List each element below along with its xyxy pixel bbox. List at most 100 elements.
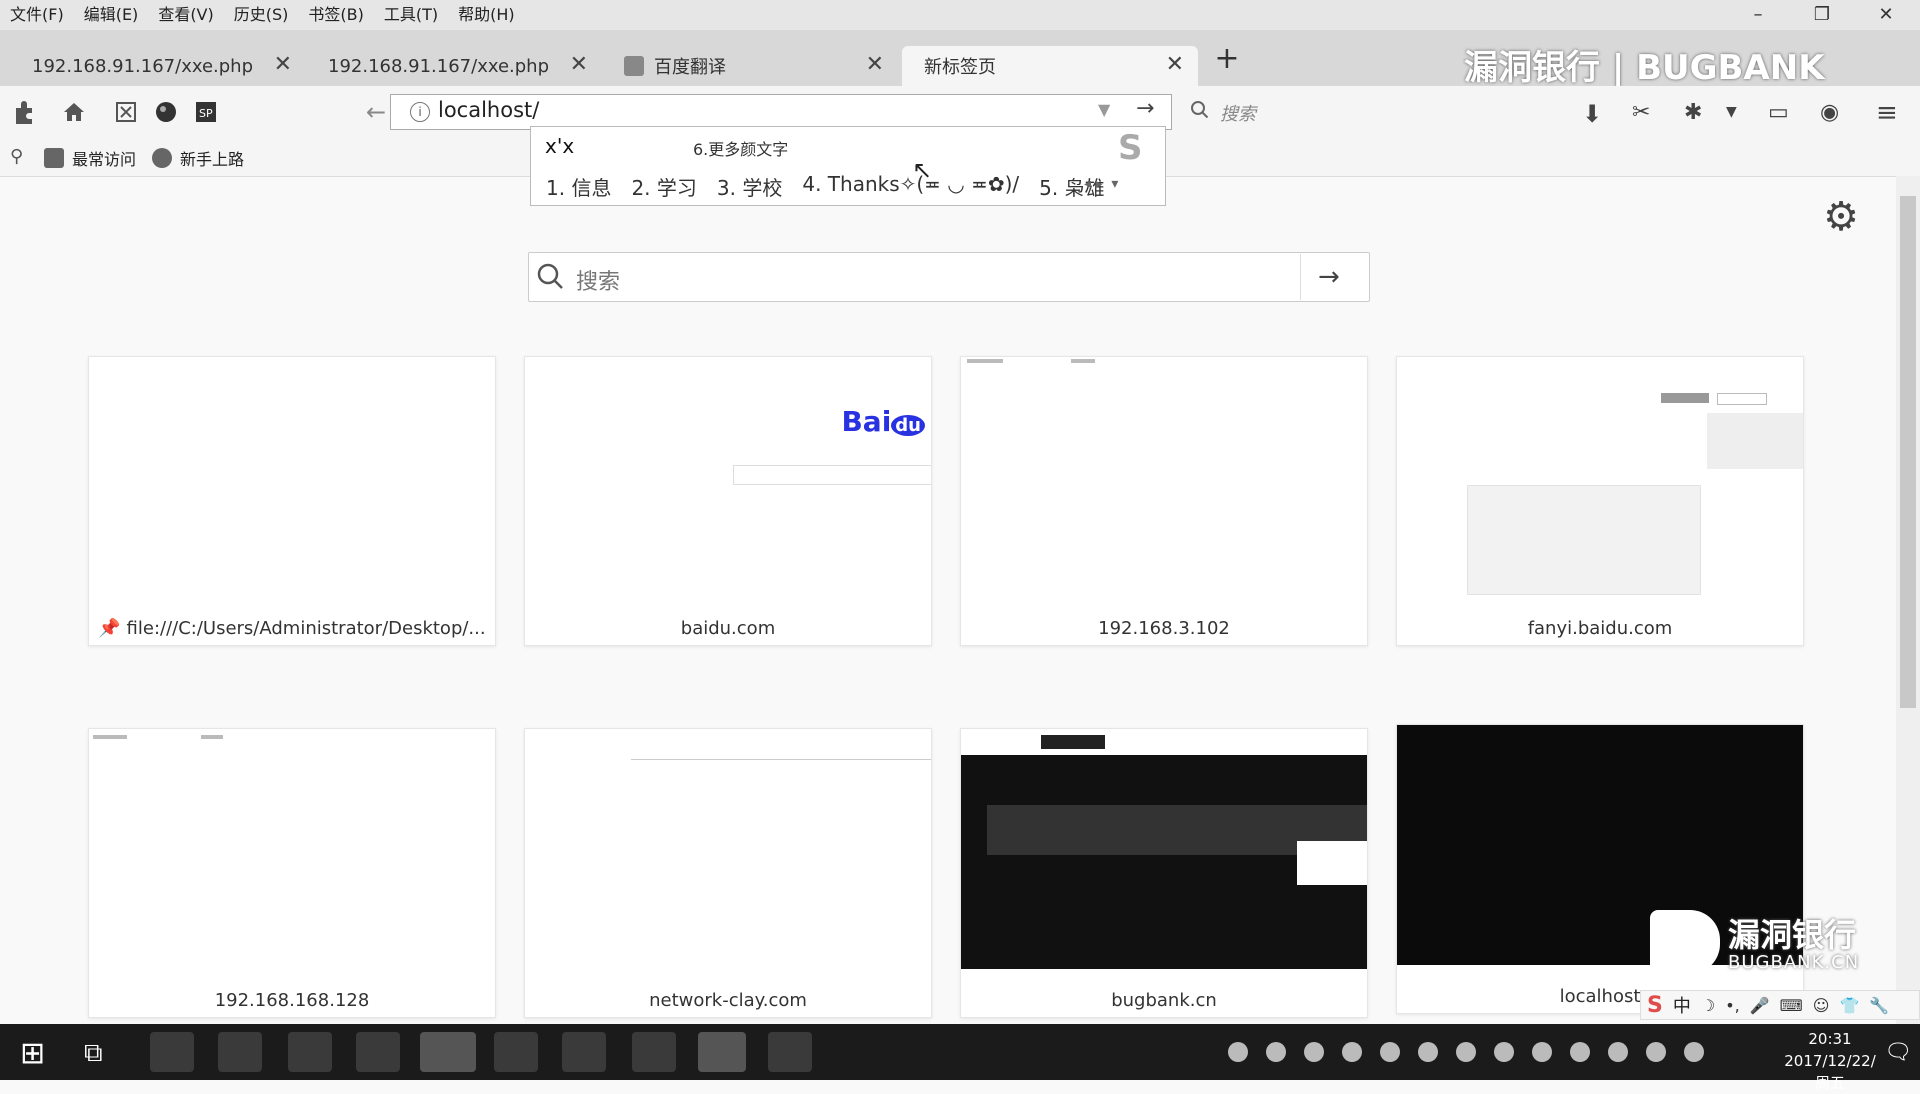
bookmark-most-visited[interactable]: 最常访问	[44, 146, 136, 170]
ime-page-nav[interactable]: ◂ ▸ ▾	[1084, 176, 1118, 192]
search-input[interactable]: 搜索	[1220, 100, 1256, 126]
ime-candidate[interactable]: 2. 学习	[631, 172, 696, 201]
tray-icon[interactable]	[1456, 1042, 1476, 1062]
top-site-tile[interactable]: fanyi.baidu.com	[1396, 356, 1804, 646]
tray-icon[interactable]	[1494, 1042, 1514, 1062]
ime-candidate[interactable]: 3. 学校	[717, 172, 782, 201]
close-icon[interactable]: ✕	[866, 52, 884, 77]
taskbar-app-icon[interactable]	[218, 1032, 262, 1072]
menu-file[interactable]: 文件(F)	[0, 0, 74, 30]
menu-edit[interactable]: 编辑(E)	[74, 0, 149, 30]
gear-icon[interactable]: ⚙	[1818, 194, 1864, 240]
taskbar-app-icon[interactable]	[150, 1032, 194, 1072]
tab-baidu-fanyi[interactable]: 百度翻译 ✕	[602, 46, 898, 86]
puzzle-icon[interactable]	[10, 98, 40, 128]
taskbar-firefox-icon[interactable]	[698, 1032, 746, 1072]
bookmark-getting-started[interactable]: 新手上路	[152, 146, 244, 170]
taskbar-clock[interactable]: 20:31 2017/12/22/周五	[1780, 1028, 1880, 1094]
extension-circle-icon[interactable]	[152, 98, 182, 128]
menu-bookmarks[interactable]: 书签(B)	[298, 0, 373, 30]
top-site-tile[interactable]: 📌 file:///C:/Users/Administrator/Desktop…	[88, 356, 496, 646]
keyboard-icon[interactable]: ⌨	[1780, 996, 1803, 1015]
screenshot-icon[interactable]	[112, 98, 142, 128]
bug-icon[interactable]: ✱	[1684, 100, 1702, 125]
wrench-icon[interactable]: 🔧	[1869, 996, 1889, 1015]
taskbar-app-icon[interactable]	[356, 1032, 400, 1072]
go-arrow-icon[interactable]: →	[1136, 96, 1154, 121]
tile-decoration	[93, 735, 127, 739]
notification-icon[interactable]: 🗨	[1884, 1040, 1912, 1065]
menu-view[interactable]: 查看(V)	[148, 0, 223, 30]
tab-xxe-1[interactable]: 192.168.91.167/xxe.php ✕	[10, 46, 306, 86]
scrollbar-thumb[interactable]	[1900, 196, 1916, 708]
taskbar-terminal-icon[interactable]	[768, 1032, 812, 1072]
top-site-tile[interactable]: 192.168.3.102	[960, 356, 1368, 646]
ime-candidate[interactable]: 4. Thanks✧(≖ ◡ ≖✿)/	[802, 172, 1019, 201]
moon-icon[interactable]: ☽	[1701, 996, 1715, 1015]
go-arrow-icon[interactable]: →	[1318, 262, 1340, 292]
taskbar-app-icon[interactable]	[632, 1032, 676, 1072]
newtab-search-box[interactable]	[528, 252, 1370, 302]
hamburger-menu-icon[interactable]: ≡	[1876, 98, 1898, 128]
menu-history[interactable]: 历史(S)	[224, 0, 299, 30]
taskbar-app-icon[interactable]	[562, 1032, 606, 1072]
search-icon[interactable]	[1190, 100, 1210, 124]
windows-start-icon[interactable]: ⊞	[20, 1036, 45, 1071]
top-site-tile[interactable]: 192.168.168.128	[88, 728, 496, 1018]
tray-icon[interactable]	[1304, 1042, 1324, 1062]
minimize-button[interactable]: –	[1728, 0, 1788, 30]
microphone-icon[interactable]: 🎤	[1750, 996, 1770, 1015]
menu-tools[interactable]: 工具(T)	[374, 0, 448, 30]
tab-new-tab[interactable]: 新标签页 ✕	[902, 46, 1198, 86]
ime-candidate[interactable]: 1. 信息	[546, 172, 611, 201]
baidu-fanyi-favicon-icon	[624, 56, 644, 76]
top-site-tile[interactable]: bugbank.cn	[960, 728, 1368, 1018]
tray-icon[interactable]	[1608, 1042, 1628, 1062]
punctuation-icon[interactable]: •,	[1725, 996, 1740, 1015]
pin-icon[interactable]: ⚲	[10, 146, 23, 167]
home-icon[interactable]	[60, 98, 90, 128]
back-arrow-icon[interactable]: ←	[366, 98, 386, 126]
task-view-icon[interactable]: ⧉	[84, 1038, 103, 1069]
taskbar-app-icon[interactable]	[420, 1032, 476, 1072]
ime-status-bar[interactable]: S 中 ☽ •, 🎤 ⌨ ☺ 👕 🔧	[1640, 990, 1920, 1020]
volume-icon[interactable]	[1684, 1042, 1704, 1062]
menu-help[interactable]: 帮助(H)	[448, 0, 525, 30]
screenshot-tool-icon[interactable]: ✂	[1632, 100, 1650, 125]
ime-more-emoticons[interactable]: 6.更多颜文字	[693, 136, 788, 160]
taskbar-app-icon[interactable]	[494, 1032, 538, 1072]
user-icon[interactable]: ☺	[1813, 996, 1830, 1015]
tray-icon[interactable]	[1380, 1042, 1400, 1062]
info-icon[interactable]: i	[410, 102, 430, 122]
top-site-tile[interactable]: network-clay.com	[524, 728, 932, 1018]
close-icon[interactable]: ✕	[1166, 52, 1184, 77]
taskbar-powerpoint-icon[interactable]	[288, 1032, 332, 1072]
top-site-tile[interactable]: Bai du baidu.com	[524, 356, 932, 646]
close-window-button[interactable]: ✕	[1856, 0, 1916, 30]
ime-lang-toggle[interactable]: 中	[1673, 992, 1691, 1018]
url-input[interactable]: localhost/	[438, 98, 539, 122]
chevron-down-icon[interactable]: ▼	[1098, 100, 1110, 119]
newtab-search-input[interactable]: 搜索	[576, 264, 620, 296]
bookmark-label: 新手上路	[180, 150, 245, 169]
shirt-icon[interactable]: 👕	[1839, 996, 1859, 1015]
tray-icon[interactable]	[1266, 1042, 1286, 1062]
tab-xxe-2[interactable]: 192.168.91.167/xxe.php ✕	[306, 46, 602, 86]
network-icon[interactable]	[1646, 1042, 1666, 1062]
tray-icon[interactable]	[1342, 1042, 1362, 1062]
menu-bar: 文件(F) 编辑(E) 查看(V) 历史(S) 书签(B) 工具(T) 帮助(H…	[0, 0, 1920, 30]
restore-button[interactable]: ❐	[1792, 0, 1852, 30]
avatar-icon[interactable]: ◉	[1820, 100, 1839, 125]
chevron-down-icon[interactable]: ▼	[1726, 104, 1737, 120]
close-icon[interactable]: ✕	[570, 52, 588, 77]
tray-icon[interactable]	[1418, 1042, 1438, 1062]
sidebar-icon[interactable]: ▭	[1768, 100, 1789, 125]
close-icon[interactable]: ✕	[274, 52, 292, 77]
tray-icon[interactable]	[1570, 1042, 1590, 1062]
tray-icon[interactable]	[1228, 1042, 1248, 1062]
new-tab-button[interactable]: +	[1212, 44, 1242, 74]
sp-extension-icon[interactable]: SP	[192, 98, 222, 128]
tray-icon[interactable]	[1532, 1042, 1552, 1062]
tile-label: network-clay.com	[649, 990, 807, 1011]
download-icon[interactable]: ⬇	[1582, 100, 1602, 128]
